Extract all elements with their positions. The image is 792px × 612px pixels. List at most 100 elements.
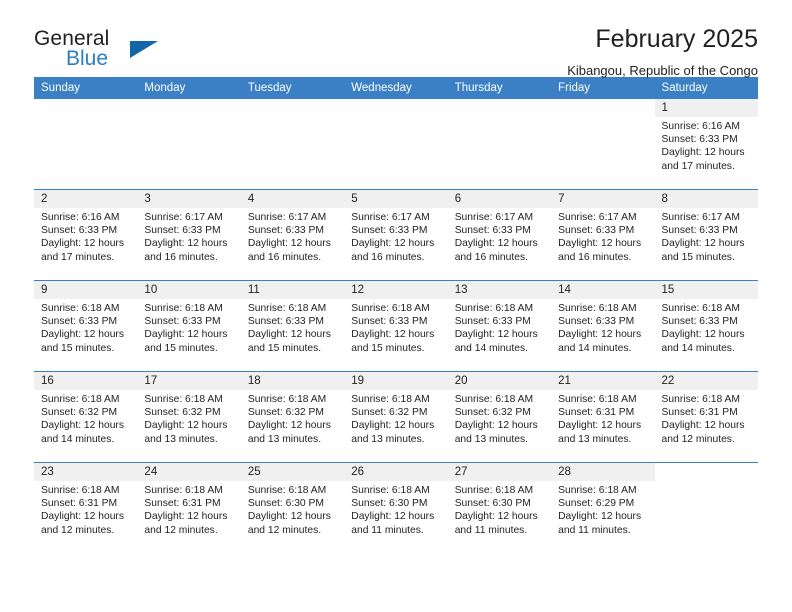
calendar-day[interactable]: 23 Sunrise: 6:18 AM Sunset: 6:31 PM Dayligh… xyxy=(34,463,138,553)
column-header-monday: Monday xyxy=(137,77,241,99)
calendar-cell[interactable]: 10 Sunrise: 6:18 AM Sunset: 6:33 PM Dayligh… xyxy=(137,280,241,372)
calendar-cell[interactable] xyxy=(241,99,344,190)
calendar-day[interactable]: 5 Sunrise: 6:17 AM Sunset: 6:33 PM Daylight… xyxy=(344,190,448,280)
calendar-day[interactable]: 15 Sunrise: 6:18 AM Sunset: 6:33 PM Dayligh… xyxy=(654,281,758,371)
calendar-cell[interactable]: 1 Sunrise: 6:16 AM Sunset: 6:33 PM Daylight… xyxy=(654,99,758,190)
calendar-day[interactable]: 22 Sunrise: 6:18 AM Sunset: 6:31 PM Dayligh… xyxy=(654,372,758,462)
calendar-day[interactable]: 17 Sunrise: 6:18 AM Sunset: 6:32 PM Dayligh… xyxy=(137,372,241,462)
calendar-cell[interactable]: 5 Sunrise: 6:17 AM Sunset: 6:33 PM Daylight… xyxy=(344,189,448,281)
calendar-cell[interactable] xyxy=(137,99,240,190)
calendar-day[interactable]: 6 Sunrise: 6:17 AM Sunset: 6:33 PM Daylight… xyxy=(447,190,552,280)
calendar-day[interactable]: 10 Sunrise: 6:18 AM Sunset: 6:33 PM Dayligh… xyxy=(137,281,241,371)
sunrise-text: Sunrise: 6:16 AM xyxy=(661,121,740,132)
calendar-cell[interactable]: 11 Sunrise: 6:18 AM Sunset: 6:33 PM Dayligh… xyxy=(240,280,345,372)
calendar-cell[interactable]: 26 Sunrise: 6:18 AM Sunset: 6:30 PM Dayligh… xyxy=(344,462,448,553)
calendar-cell[interactable]: 14 Sunrise: 6:18 AM Sunset: 6:33 PM Dayligh… xyxy=(551,280,655,372)
day-number: 27 xyxy=(447,463,552,481)
calendar-day[interactable]: 18 Sunrise: 6:18 AM Sunset: 6:32 PM Dayligh… xyxy=(240,372,345,462)
sunset-text: Sunset: 6:29 PM xyxy=(558,498,635,510)
calendar-day[interactable]: 19 Sunrise: 6:18 AM Sunset: 6:32 PM Dayligh… xyxy=(344,372,448,462)
calendar-cell[interactable]: 24 Sunrise: 6:18 AM Sunset: 6:31 PM Dayligh… xyxy=(137,462,241,553)
calendar-day[interactable]: 27 Sunrise: 6:18 AM Sunset: 6:30 PM Dayligh… xyxy=(447,463,552,553)
calendar-week-row: 1 Sunrise: 6:16 AM Sunset: 6:33 PM Daylight… xyxy=(34,99,758,190)
calendar-day[interactable]: 8 Sunrise: 6:17 AM Sunset: 6:33 PM Daylight… xyxy=(654,190,758,280)
day-sun-info: Sunrise: 6:18 AM Sunset: 6:31 PM Daylight:… xyxy=(137,481,240,537)
column-header-wednesday: Wednesday xyxy=(344,77,448,99)
calendar-day[interactable]: 3 Sunrise: 6:17 AM Sunset: 6:33 PM Daylight… xyxy=(137,190,241,280)
sunrise-text: Sunrise: 6:18 AM xyxy=(41,485,120,496)
calendar-cell[interactable] xyxy=(654,462,758,553)
calendar-cell[interactable]: 6 Sunrise: 6:17 AM Sunset: 6:33 PM Daylight… xyxy=(447,189,552,281)
calendar-day[interactable]: 2 Sunrise: 6:16 AM Sunset: 6:33 PM Daylight… xyxy=(34,190,138,280)
calendar-day[interactable]: 26 Sunrise: 6:18 AM Sunset: 6:30 PM Dayligh… xyxy=(344,463,448,553)
daylight-text-line1: Daylight: 12 hours xyxy=(41,238,124,250)
day-sun-info: Sunrise: 6:18 AM Sunset: 6:33 PM Daylight:… xyxy=(241,299,344,355)
calendar-day[interactable]: 24 Sunrise: 6:18 AM Sunset: 6:31 PM Dayligh… xyxy=(137,463,241,553)
calendar-day[interactable]: 4 Sunrise: 6:17 AM Sunset: 6:33 PM Daylight… xyxy=(240,190,345,280)
calendar-cell[interactable] xyxy=(448,99,551,190)
calendar-day[interactable]: 25 Sunrise: 6:18 AM Sunset: 6:30 PM Dayligh… xyxy=(240,463,345,553)
calendar-cell[interactable]: 9 Sunrise: 6:18 AM Sunset: 6:33 PM Daylight… xyxy=(34,280,138,372)
calendar-day[interactable]: 21 Sunrise: 6:18 AM Sunset: 6:31 PM Dayligh… xyxy=(551,372,655,462)
calendar-cell[interactable]: 22 Sunrise: 6:18 AM Sunset: 6:31 PM Dayligh… xyxy=(654,371,758,463)
calendar-table: Sunday Monday Tuesday Wednesday Thursday… xyxy=(34,77,758,553)
sunset-text: Sunset: 6:33 PM xyxy=(247,225,324,237)
calendar-cell[interactable]: 25 Sunrise: 6:18 AM Sunset: 6:30 PM Dayligh… xyxy=(240,462,345,553)
calendar-day[interactable]: 14 Sunrise: 6:18 AM Sunset: 6:33 PM Dayligh… xyxy=(551,281,655,371)
daylight-text-line1: Daylight: 12 hours xyxy=(454,511,538,523)
calendar-day[interactable]: 20 Sunrise: 6:18 AM Sunset: 6:32 PM Dayligh… xyxy=(447,372,552,462)
calendar-cell[interactable]: 4 Sunrise: 6:17 AM Sunset: 6:33 PM Daylight… xyxy=(240,189,345,281)
calendar-cell[interactable]: 17 Sunrise: 6:18 AM Sunset: 6:32 PM Dayligh… xyxy=(137,371,241,463)
calendar-day[interactable]: 16 Sunrise: 6:18 AM Sunset: 6:32 PM Dayligh… xyxy=(34,372,138,462)
calendar-cell[interactable]: 15 Sunrise: 6:18 AM Sunset: 6:33 PM Dayligh… xyxy=(654,280,758,372)
calendar-cell[interactable] xyxy=(344,99,447,190)
daylight-text-line1: Daylight: 12 hours xyxy=(247,511,331,523)
calendar-day[interactable]: 9 Sunrise: 6:18 AM Sunset: 6:33 PM Daylight… xyxy=(34,281,138,371)
day-sun-info: Sunrise: 6:18 AM Sunset: 6:30 PM Daylight:… xyxy=(241,481,344,537)
day-sun-info: Sunrise: 6:17 AM Sunset: 6:33 PM Daylight:… xyxy=(344,208,447,264)
brand-logo[interactable]: General Blue xyxy=(34,28,234,74)
calendar-cell[interactable] xyxy=(551,99,654,190)
day-number: 26 xyxy=(344,463,448,481)
day-number xyxy=(448,99,551,117)
calendar-day[interactable]: 1 Sunrise: 6:16 AM Sunset: 6:33 PM Daylight… xyxy=(654,99,758,189)
calendar-cell[interactable]: 21 Sunrise: 6:18 AM Sunset: 6:31 PM Dayligh… xyxy=(551,371,655,463)
calendar-day[interactable]: 28 Sunrise: 6:18 AM Sunset: 6:29 PM Dayligh… xyxy=(551,463,655,553)
calendar-cell[interactable]: 16 Sunrise: 6:18 AM Sunset: 6:32 PM Dayligh… xyxy=(34,371,138,463)
daylight-text-line2: and 11 minutes. xyxy=(558,524,631,536)
calendar-day[interactable]: 7 Sunrise: 6:17 AM Sunset: 6:33 PM Daylight… xyxy=(551,190,655,280)
calendar-cell[interactable]: 8 Sunrise: 6:17 AM Sunset: 6:33 PM Daylight… xyxy=(654,189,758,281)
sunrise-text: Sunrise: 6:17 AM xyxy=(661,212,740,223)
daylight-text-line1: Daylight: 12 hours xyxy=(144,329,228,341)
sunset-text: Sunset: 6:32 PM xyxy=(454,407,531,419)
calendar-day[interactable]: 12 Sunrise: 6:18 AM Sunset: 6:33 PM Dayligh… xyxy=(344,281,448,371)
day-sun-info: Sunrise: 6:18 AM Sunset: 6:33 PM Daylight:… xyxy=(34,299,137,355)
day-number xyxy=(34,99,137,117)
calendar-cell[interactable]: 7 Sunrise: 6:17 AM Sunset: 6:33 PM Daylight… xyxy=(551,189,655,281)
calendar-cell[interactable]: 13 Sunrise: 6:18 AM Sunset: 6:33 PM Dayligh… xyxy=(447,280,552,372)
calendar-cell[interactable]: 12 Sunrise: 6:18 AM Sunset: 6:33 PM Dayligh… xyxy=(344,280,448,372)
calendar-week-row: 16 Sunrise: 6:18 AM Sunset: 6:32 PM Dayligh… xyxy=(34,371,758,463)
sunset-text: Sunset: 6:33 PM xyxy=(351,225,428,237)
day-number: 16 xyxy=(34,372,138,390)
calendar-cell[interactable]: 18 Sunrise: 6:18 AM Sunset: 6:32 PM Dayligh… xyxy=(240,371,345,463)
sunrise-text: Sunrise: 6:18 AM xyxy=(144,485,223,496)
calendar-cell[interactable]: 28 Sunrise: 6:18 AM Sunset: 6:29 PM Dayligh… xyxy=(551,462,655,553)
calendar-cell[interactable]: 23 Sunrise: 6:18 AM Sunset: 6:31 PM Dayligh… xyxy=(34,462,138,553)
calendar-cell[interactable] xyxy=(34,99,137,190)
calendar-cell[interactable]: 2 Sunrise: 6:16 AM Sunset: 6:33 PM Daylight… xyxy=(34,189,138,281)
daylight-text-line1: Daylight: 12 hours xyxy=(41,511,124,523)
sunset-text: Sunset: 6:33 PM xyxy=(144,316,221,328)
daylight-text-line1: Daylight: 12 hours xyxy=(661,329,745,341)
day-number: 3 xyxy=(137,190,241,208)
calendar-day[interactable]: 11 Sunrise: 6:18 AM Sunset: 6:33 PM Dayligh… xyxy=(240,281,345,371)
calendar-cell[interactable]: 3 Sunrise: 6:17 AM Sunset: 6:33 PM Daylight… xyxy=(137,189,241,281)
day-number: 12 xyxy=(344,281,448,299)
day-number: 17 xyxy=(137,372,241,390)
calendar-cell[interactable]: 20 Sunrise: 6:18 AM Sunset: 6:32 PM Dayligh… xyxy=(447,371,552,463)
calendar-day[interactable]: 13 Sunrise: 6:18 AM Sunset: 6:33 PM Dayligh… xyxy=(447,281,552,371)
daylight-text-line2: and 11 minutes. xyxy=(351,524,424,536)
daylight-text-line2: and 15 minutes. xyxy=(351,342,425,354)
calendar-cell[interactable]: 19 Sunrise: 6:18 AM Sunset: 6:32 PM Dayligh… xyxy=(344,371,448,463)
calendar-cell[interactable]: 27 Sunrise: 6:18 AM Sunset: 6:30 PM Dayligh… xyxy=(447,462,552,553)
